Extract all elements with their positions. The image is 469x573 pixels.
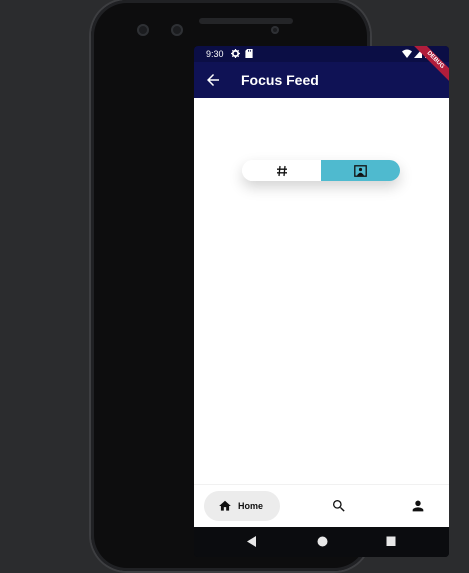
status-time: 9:30	[206, 49, 224, 59]
portrait-image-icon	[354, 164, 367, 177]
sd-card-icon	[245, 49, 253, 58]
search-icon[interactable]	[331, 498, 347, 514]
proximity-sensor	[271, 26, 279, 34]
earpiece-speaker	[199, 18, 293, 24]
phone-frame: 9:30 Focus Feed DEBUG Home	[91, 0, 449, 571]
front-sensor	[171, 24, 183, 36]
bottom-navigation: Home	[194, 484, 449, 527]
device-screen: 9:30 Focus Feed DEBUG Home	[194, 46, 449, 557]
person-icon[interactable]	[410, 498, 426, 514]
settings-icon	[231, 49, 240, 58]
view-toggle	[242, 160, 400, 181]
toggle-option-hashtag[interactable]	[242, 160, 321, 181]
nav-item-home[interactable]: Home	[204, 491, 280, 521]
status-bar: 9:30	[194, 46, 449, 62]
home-icon	[219, 500, 231, 511]
app-bar: Focus Feed	[194, 62, 449, 98]
home-circle-icon[interactable]	[317, 536, 328, 547]
front-camera	[137, 24, 149, 36]
main-content	[194, 98, 449, 532]
wifi-icon	[402, 49, 412, 58]
hashtag-icon	[276, 165, 287, 176]
page-title: Focus Feed	[241, 72, 319, 88]
recents-square-icon[interactable]	[386, 536, 396, 547]
system-navigation-bar	[194, 527, 449, 557]
nav-item-label: Home	[238, 501, 264, 511]
back-triangle-icon[interactable]	[247, 536, 257, 547]
toggle-option-portrait[interactable]	[321, 160, 400, 181]
arrow-back-icon[interactable]	[204, 71, 222, 89]
